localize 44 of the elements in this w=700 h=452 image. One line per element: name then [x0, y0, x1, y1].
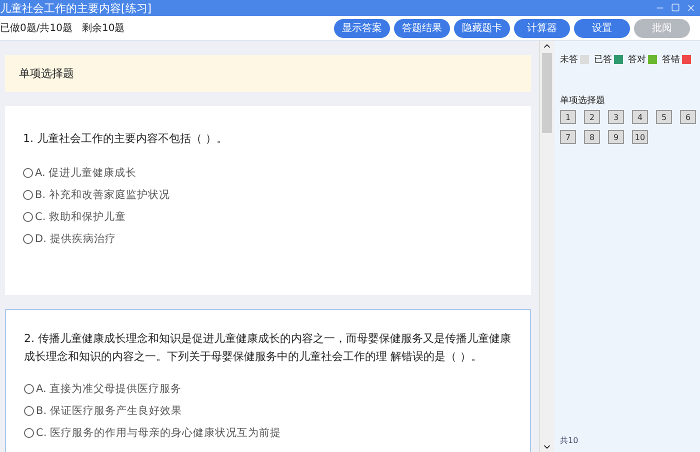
question-number[interactable]: 2 — [584, 110, 600, 124]
answer-option[interactable]: D. 提供疾病治疗 — [23, 228, 514, 250]
close-icon[interactable] — [686, 3, 696, 13]
radio-button[interactable] — [23, 234, 33, 244]
answer-option[interactable]: B. 补充和改善家庭监护状况 — [23, 184, 514, 206]
question-text: 2. 传播儿童健康成长理念和知识是促进儿童健康成长的内容之一，而母婴保健服务又是传播儿童健康成长理念和知识的内容之一。下列关于母婴保健服务中的儿童社会工作的理 解错误的是（ ）。 — [24, 331, 512, 365]
section-header: 单项选择题 — [5, 55, 532, 92]
question-number[interactable]: 4 — [632, 110, 648, 124]
radio-button[interactable] — [23, 168, 33, 178]
radio-button[interactable] — [24, 406, 34, 416]
answer-option[interactable]: A. 促进儿童健康成长 — [23, 162, 514, 184]
answer-option[interactable]: C. 救助和保护儿童 — [23, 206, 514, 228]
radio-button[interactable] — [23, 190, 33, 200]
answer-option[interactable]: C. 医疗服务的作用与母亲的身心健康状况互为前提 — [24, 422, 512, 444]
question-number[interactable]: 10 — [632, 130, 648, 144]
question-number[interactable]: 8 — [584, 130, 600, 144]
toolbar-button[interactable]: 答题结果 — [394, 18, 450, 38]
legend-label: 答对 — [628, 54, 646, 66]
question-number[interactable]: 9 — [608, 130, 624, 144]
toolbar-button[interactable]: 显示答案 — [334, 18, 390, 38]
legend-label: 未答 — [560, 54, 578, 66]
question-number[interactable]: 5 — [656, 110, 672, 124]
question-number[interactable]: 1 — [560, 110, 576, 124]
scrollbar[interactable] — [539, 41, 554, 452]
toolbar-button[interactable]: 隐藏题卡 — [454, 18, 510, 38]
toolbar-button[interactable]: 设置 — [574, 18, 630, 38]
radio-button[interactable] — [24, 428, 34, 438]
window-title: 儿童社会工作的主要内容[练习] — [0, 0, 152, 16]
question-number[interactable]: 7 — [560, 130, 576, 144]
maximize-icon[interactable] — [671, 3, 680, 12]
toolbar-button[interactable]: 计算器 — [514, 18, 570, 38]
radio-button[interactable] — [24, 384, 34, 394]
card-section-title: 单项选择题 — [560, 94, 606, 107]
answer-option[interactable]: B. 保证医疗服务产生良好效果 — [24, 400, 512, 422]
legend-label: 已答 — [594, 54, 612, 66]
total-text: 共10 — [560, 435, 578, 446]
answer-option[interactable]: A. 直接为准父母提供医疗服务 — [24, 378, 512, 400]
question-number[interactable]: 6 — [680, 110, 696, 124]
scroll-thumb[interactable] — [542, 53, 552, 133]
progress-text: 已做0题/共10题 剩余10题 — [0, 22, 125, 35]
legend-label: 答错 — [662, 54, 680, 66]
question-text: 1. 儿童社会工作的主要内容不包括（ ）。 — [23, 131, 228, 148]
question-number[interactable]: 3 — [608, 110, 624, 124]
radio-button[interactable] — [23, 212, 33, 222]
